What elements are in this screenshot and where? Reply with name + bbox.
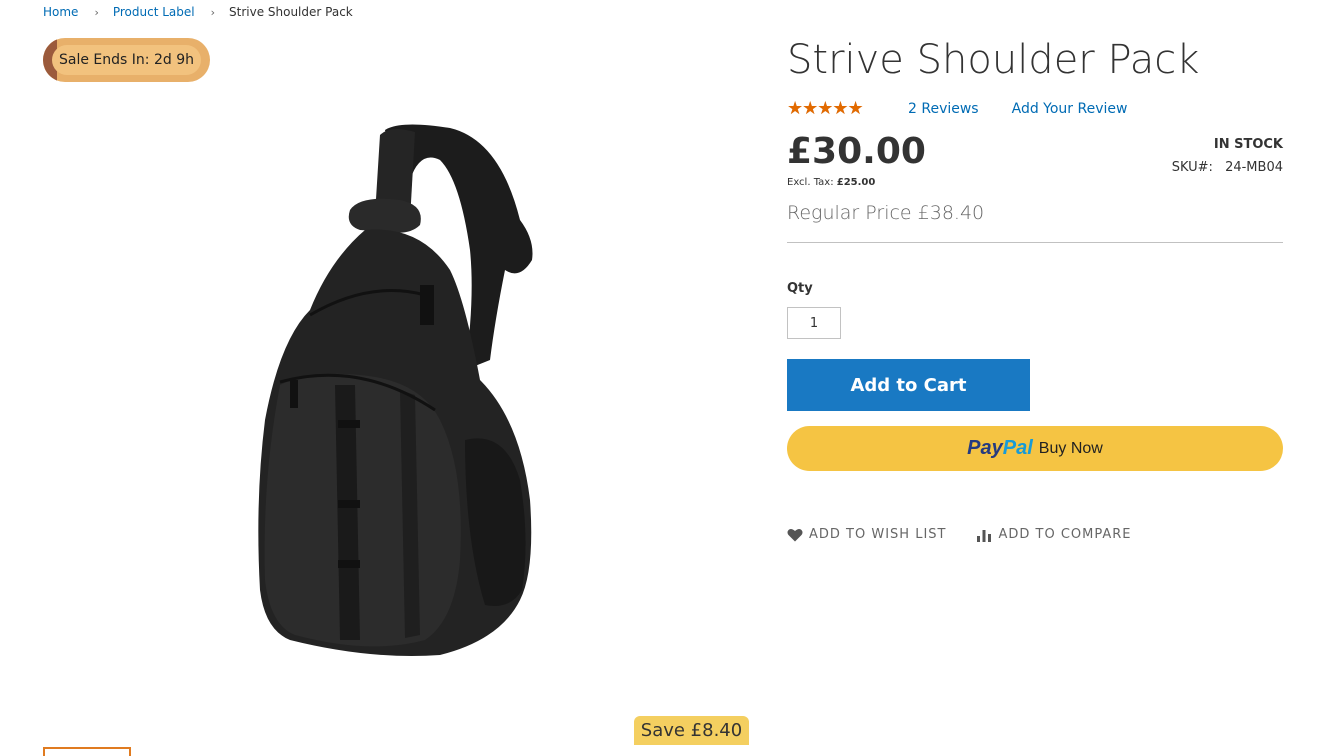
paypal-buy-now-button[interactable]: PayPal Buy Now <box>787 426 1283 471</box>
excl-tax-price: Excl. Tax: £25.00 <box>787 177 875 188</box>
excl-tax-value: £25.00 <box>836 177 876 188</box>
sku-value: 24-MB04 <box>1225 160 1283 175</box>
breadcrumb-product-label[interactable]: Product Label <box>113 5 195 19</box>
breadcrumb-home[interactable]: Home <box>43 5 78 19</box>
chevron-right-icon: › <box>210 5 215 19</box>
active-thumbnail[interactable] <box>43 747 131 756</box>
product-page: Home › Product Label › Strive Shoulder P… <box>0 0 1342 756</box>
qty-label: Qty <box>787 281 813 296</box>
add-to-cart-button[interactable]: Add to Cart <box>787 359 1030 411</box>
paypal-logo-pay: Pay <box>967 437 1003 459</box>
heart-icon <box>787 528 803 542</box>
rating-stars: ★★★★★ ★★★★★ <box>787 100 875 118</box>
stock-status: In stock <box>1213 137 1283 152</box>
page-title: Strive Shoulder Pack <box>787 37 1200 83</box>
save-amount-badge: Save £8.40 <box>634 716 749 745</box>
backpack-image <box>258 124 533 656</box>
add-to-wishlist-link[interactable]: Add to Wish List <box>787 527 946 542</box>
paypal-buy-now-label: Buy Now <box>1038 439 1103 457</box>
add-to-compare-label: Add to Compare <box>998 527 1132 542</box>
final-price: £30.00 <box>787 131 926 172</box>
paypal-logo: PayPal <box>967 437 1033 460</box>
qty-input[interactable] <box>787 307 841 339</box>
breadcrumb: Home › Product Label › Strive Shoulder P… <box>43 5 353 19</box>
rating-stars-filled: ★★★★★ <box>787 100 864 118</box>
sale-countdown-badge: Sale Ends In: 2d 9h <box>43 38 210 82</box>
sku-label: SKU#: <box>1171 160 1213 175</box>
reviews-link[interactable]: 2 Reviews <box>908 101 979 117</box>
divider <box>787 242 1283 243</box>
paypal-logo-pal: Pal <box>1002 437 1033 459</box>
sku: SKU#: 24-MB04 <box>1172 160 1283 175</box>
excl-tax-label: Excl. Tax: <box>787 177 834 188</box>
add-review-link[interactable]: Add Your Review <box>1012 101 1128 117</box>
breadcrumb-current: Strive Shoulder Pack <box>229 5 353 19</box>
bar-chart-icon <box>976 528 992 542</box>
add-to-wishlist-label: Add to Wish List <box>809 527 947 542</box>
add-to-compare-link[interactable]: Add to Compare <box>976 527 1131 542</box>
regular-price: Regular Price £38.40 <box>787 202 985 224</box>
sale-countdown-text: Sale Ends In: 2d 9h <box>52 45 201 75</box>
rating-summary: ★★★★★ ★★★★★ 2 Reviews Add Your Review <box>787 100 1127 118</box>
product-image[interactable] <box>250 120 550 660</box>
product-social-links: Add to Wish List Add to Compare <box>787 527 1132 542</box>
chevron-right-icon: › <box>94 5 99 19</box>
